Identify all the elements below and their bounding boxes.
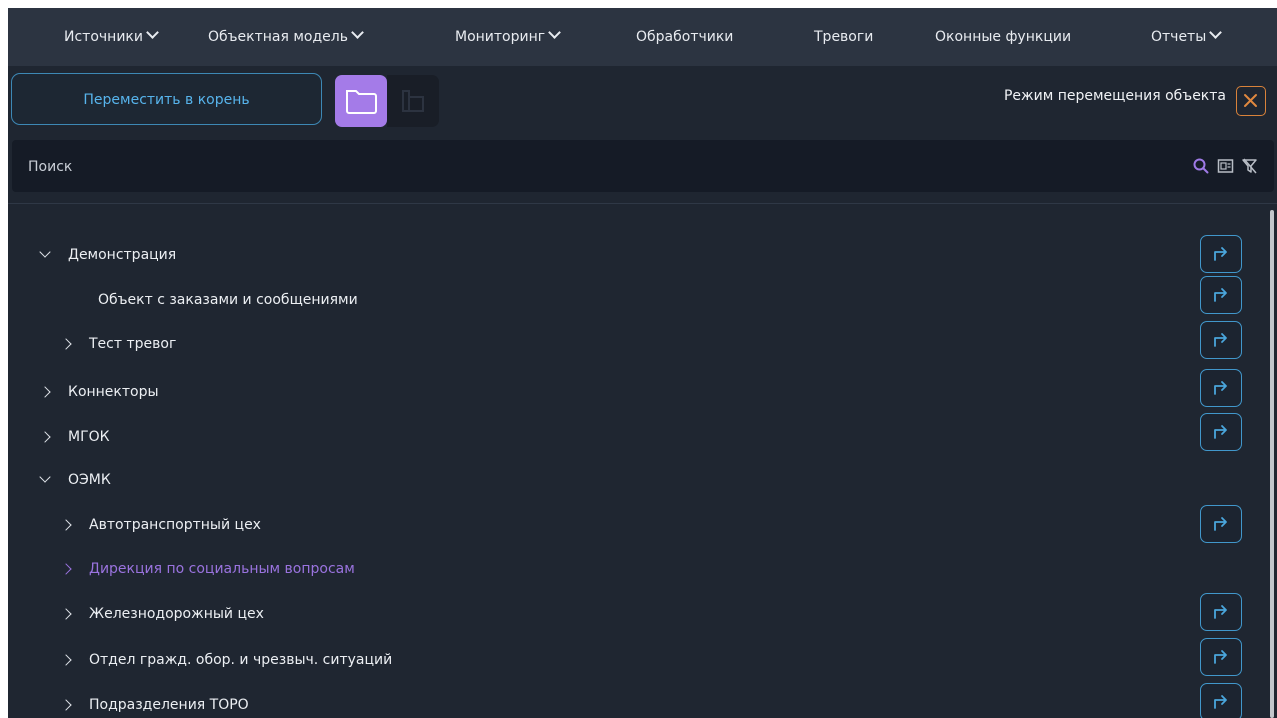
move-here-button[interactable] [1200, 683, 1242, 718]
move-here-button[interactable] [1200, 505, 1242, 543]
tree-item-label[interactable]: Отдел гражд. обор. и чрезвыч. ситуаций [89, 645, 392, 675]
menu-sources-label: Источники [64, 29, 143, 45]
menu-sources[interactable]: Источники [64, 8, 159, 66]
folder-icon [346, 90, 377, 114]
move-here-button[interactable] [1200, 413, 1242, 451]
move-arrow-icon [1214, 695, 1227, 709]
move-arrow-icon [1214, 650, 1227, 664]
chevron-down-icon [1209, 26, 1223, 39]
tree-item-label[interactable]: Автотранспортный цех [89, 510, 261, 540]
move-here-button[interactable] [1200, 321, 1242, 359]
chevron-right-icon[interactable] [60, 338, 72, 350]
search-icon[interactable] [1192, 157, 1210, 175]
tree-item-label[interactable]: Демонстрация [68, 240, 176, 270]
move-arrow-icon [1214, 288, 1227, 302]
close-move-mode-button[interactable] [1236, 86, 1266, 116]
tree-item-label[interactable]: Подразделения ТОРО [89, 690, 249, 718]
menu-window-functions[interactable]: Оконные функции [935, 8, 1071, 66]
close-icon [1244, 94, 1257, 107]
menu-alarms[interactable]: Тревоги [814, 8, 873, 66]
filter-off-icon[interactable] [1241, 157, 1259, 175]
tree-item-label[interactable]: Железнодорожный цех [89, 599, 264, 629]
folder-mode-button[interactable] [335, 75, 387, 127]
chevron-down-icon [146, 26, 159, 39]
menu-object-model[interactable]: Объектная модель [208, 8, 364, 66]
menu-handlers-label: Обработчики [636, 29, 734, 45]
menu-reports[interactable]: Отчеты [1151, 8, 1223, 66]
app-window: Источники Объектная модель Мониторинг Об… [8, 8, 1277, 718]
move-mode-label: Режим перемещения объекта [1003, 88, 1226, 104]
move-arrow-icon [1214, 517, 1227, 531]
tree-item-label[interactable]: ОЭМК [68, 465, 111, 495]
menu-window-functions-label: Оконные функции [935, 29, 1072, 45]
search-input[interactable] [26, 140, 1180, 194]
move-here-button[interactable] [1200, 276, 1242, 314]
move-arrow-icon [1214, 247, 1227, 261]
move-to-root-button[interactable]: Переместить в корень [11, 73, 322, 125]
chevron-right-icon[interactable] [60, 563, 72, 575]
chevron-right-icon[interactable] [60, 608, 72, 620]
chevron-right-icon[interactable] [60, 519, 72, 531]
move-here-button[interactable] [1200, 638, 1242, 676]
menu-reports-label: Отчеты [1151, 29, 1207, 45]
menu-alarms-label: Тревоги [814, 29, 874, 45]
chevron-down-icon [351, 26, 364, 39]
divider [8, 203, 1277, 204]
tree-item-label[interactable]: МГОК [68, 422, 110, 452]
move-arrow-icon [1214, 425, 1227, 439]
chevron-down-icon[interactable] [39, 246, 51, 258]
chevron-right-icon[interactable] [39, 431, 51, 443]
chevron-down-icon[interactable] [39, 471, 51, 483]
move-here-button[interactable] [1200, 593, 1242, 631]
chevron-right-icon[interactable] [60, 699, 72, 711]
tree-item-label[interactable]: Тест тревог [89, 329, 176, 359]
search-bar [12, 140, 1274, 194]
menu-object-model-label: Объектная модель [208, 29, 348, 45]
main-menu: Источники Объектная модель Мониторинг Об… [8, 8, 1277, 66]
chevron-right-icon[interactable] [60, 654, 72, 666]
tree-item-label[interactable]: Дирекция по социальным вопросам [89, 554, 355, 584]
move-arrow-icon [1214, 381, 1227, 395]
object-icon [402, 90, 424, 112]
chevron-right-icon[interactable] [39, 386, 51, 398]
image-search-icon[interactable] [1217, 158, 1234, 174]
vertical-scrollbar[interactable] [1270, 210, 1274, 718]
move-arrow-icon [1214, 605, 1227, 619]
chevron-down-icon [548, 26, 561, 39]
menu-monitoring-label: Мониторинг [455, 29, 546, 45]
move-arrow-icon [1214, 333, 1227, 347]
tree-item-label[interactable]: Коннекторы [68, 377, 159, 407]
menu-handlers[interactable]: Обработчики [636, 8, 733, 66]
tree-item-label[interactable]: Объект с заказами и сообщениями [98, 285, 358, 315]
move-here-button[interactable] [1200, 235, 1242, 273]
object-mode-button[interactable] [387, 75, 439, 127]
move-here-button[interactable] [1200, 369, 1242, 407]
menu-monitoring[interactable]: Мониторинг [455, 8, 561, 66]
